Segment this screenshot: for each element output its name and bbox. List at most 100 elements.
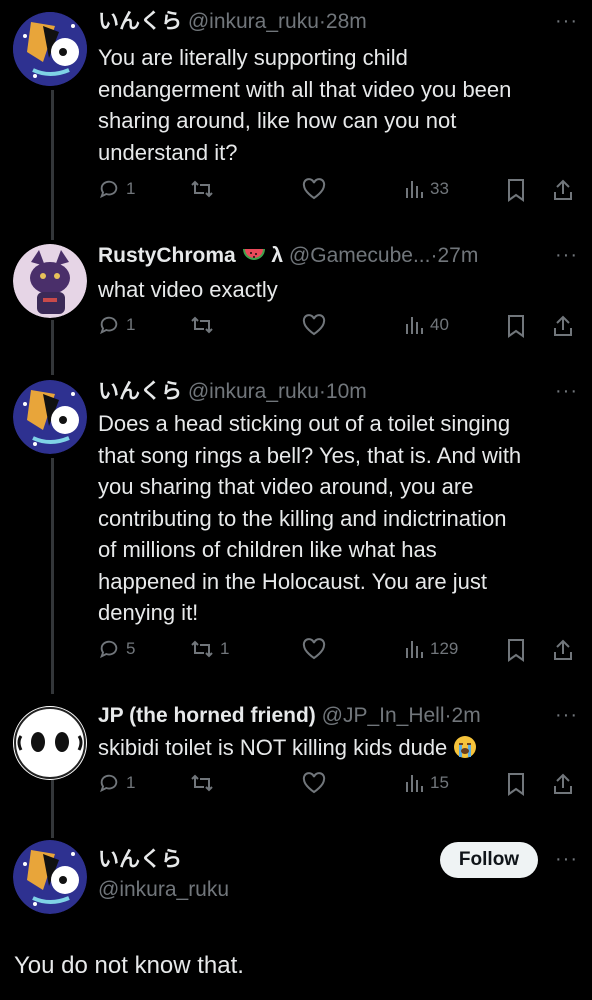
views-count: 40 [430,315,449,334]
timestamp[interactable]: 2m [452,704,481,727]
display-name[interactable]: いんくら [98,848,182,871]
avatar[interactable] [13,706,87,780]
text-line: of millions of children like what has [98,537,437,562]
reply-icon [100,180,118,199]
text-line: contributing to the killing and indictri… [98,505,507,531]
follow-button[interactable]: Follow [440,842,538,878]
reply-button[interactable]: 1 [98,178,135,200]
share-button[interactable] [552,178,574,202]
handle[interactable]: @inkura_ruku [188,380,319,403]
bookmark-button[interactable] [506,314,526,338]
share-button[interactable] [552,638,574,662]
tweet-text: what video exactly [98,274,572,306]
like-button[interactable] [302,772,326,794]
avatar[interactable] [13,840,87,914]
display-name[interactable]: JP (the horned friend) [98,704,316,727]
avatar[interactable] [13,380,87,454]
repost-button[interactable] [190,772,220,794]
timestamp[interactable]: 28m [326,10,367,33]
text-line: Does a head sticking out of a toilet sin… [98,411,511,436]
reply-button[interactable]: 5 [98,638,135,660]
reply-count: 1 [126,315,136,334]
tweet-text: You are literally supporting child endan… [98,42,572,168]
separator-dot: · [318,380,326,403]
bookmark-button[interactable] [506,178,526,202]
share-icon [554,773,572,794]
text-line: happened in the Holocaust. You are just [98,568,487,594]
display-name[interactable]: RustyChroma [98,244,236,267]
repost-icon [191,316,213,334]
views-count: 129 [430,639,459,658]
action-bar: 1 40 [98,314,578,344]
repost-icon [191,774,213,792]
tweet[interactable]: JP (the horned friend) @JP_In_Hell·2m ··… [0,700,592,820]
separator-dot: · [318,10,326,33]
reply-count: 1 [126,179,136,198]
tweet-header: いんくら @inkura_ruku·10m [98,378,532,406]
share-icon [554,639,572,660]
like-button[interactable] [302,178,326,200]
more-options-button[interactable]: ··· [555,380,578,403]
timestamp[interactable]: 10m [326,380,367,403]
avatar[interactable] [13,244,87,318]
watermelon-icon [242,249,265,260]
bookmark-button[interactable] [506,638,526,662]
share-button[interactable] [552,772,574,796]
text-line: that song rings a bell? Yes, that is. An… [98,442,522,468]
share-icon [554,179,572,200]
sob-emoji-icon [454,736,477,758]
bookmark-icon [508,315,524,338]
views-button[interactable]: 33 [404,178,449,200]
text-line: skibidi toilet is NOT killing kids dude [98,735,448,760]
bookmark-icon [508,639,524,662]
repost-button[interactable] [190,178,220,200]
share-button[interactable] [552,314,574,338]
like-icon [302,638,326,660]
tweet[interactable]: RustyChroma λ @Gamecube...·27m ··· what … [0,234,592,364]
reply-icon [100,316,118,335]
reply-button[interactable]: 1 [98,772,135,794]
repost-count: 1 [220,639,230,658]
tweet-header: RustyChroma λ @Gamecube...·27m [98,242,532,270]
like-button[interactable] [302,314,326,336]
reply-icon [100,774,118,793]
tweet[interactable]: いんくら @inkura_ruku·10m ··· Does a head st… [0,372,592,682]
bookmark-button[interactable] [506,772,526,796]
timestamp[interactable]: 27m [437,244,478,267]
name-suffix: λ [271,244,284,267]
avatar[interactable] [13,12,87,86]
text-line: endangerment with all that video you bee… [98,76,512,102]
action-bar: 1 15 [98,772,578,802]
more-options-button[interactable]: ··· [555,244,578,267]
more-options-button[interactable]: ··· [555,10,578,33]
more-options-button[interactable]: ··· [555,704,578,727]
handle[interactable]: @JP_In_Hell [322,704,445,727]
views-button[interactable]: 129 [404,638,458,660]
reply-button[interactable]: 1 [98,314,135,336]
views-icon [406,181,423,198]
bookmark-icon [508,773,524,796]
reply-icon [100,640,118,659]
more-options-button[interactable]: ··· [555,848,578,871]
text-line: understand it? [98,139,238,165]
action-bar: 5 1 129 [98,638,578,668]
tweet[interactable]: いんくら @inkura_ruku·28m ··· You are litera… [0,0,592,220]
text-line: you sharing that video around, you are [98,474,474,499]
views-button[interactable]: 15 [404,772,449,794]
bookmark-icon [508,179,524,202]
handle[interactable]: @inkura_ruku [188,10,319,33]
tweet-text: Does a head sticking out of a toilet sin… [98,408,572,629]
views-button[interactable]: 40 [404,314,449,336]
repost-icon [191,640,213,658]
repost-button[interactable]: 1 [190,638,229,660]
repost-button[interactable] [190,314,220,336]
author-handle: @inkura_ruku [98,876,532,904]
display-name[interactable]: いんくら [98,380,182,403]
like-button[interactable] [302,638,326,660]
handle[interactable]: @inkura_ruku [98,878,229,901]
share-icon [554,315,572,336]
display-name[interactable]: いんくら [98,10,182,33]
repost-icon [191,180,213,198]
handle[interactable]: @Gamecube... [289,244,431,267]
text-line: what video exactly [98,277,278,302]
